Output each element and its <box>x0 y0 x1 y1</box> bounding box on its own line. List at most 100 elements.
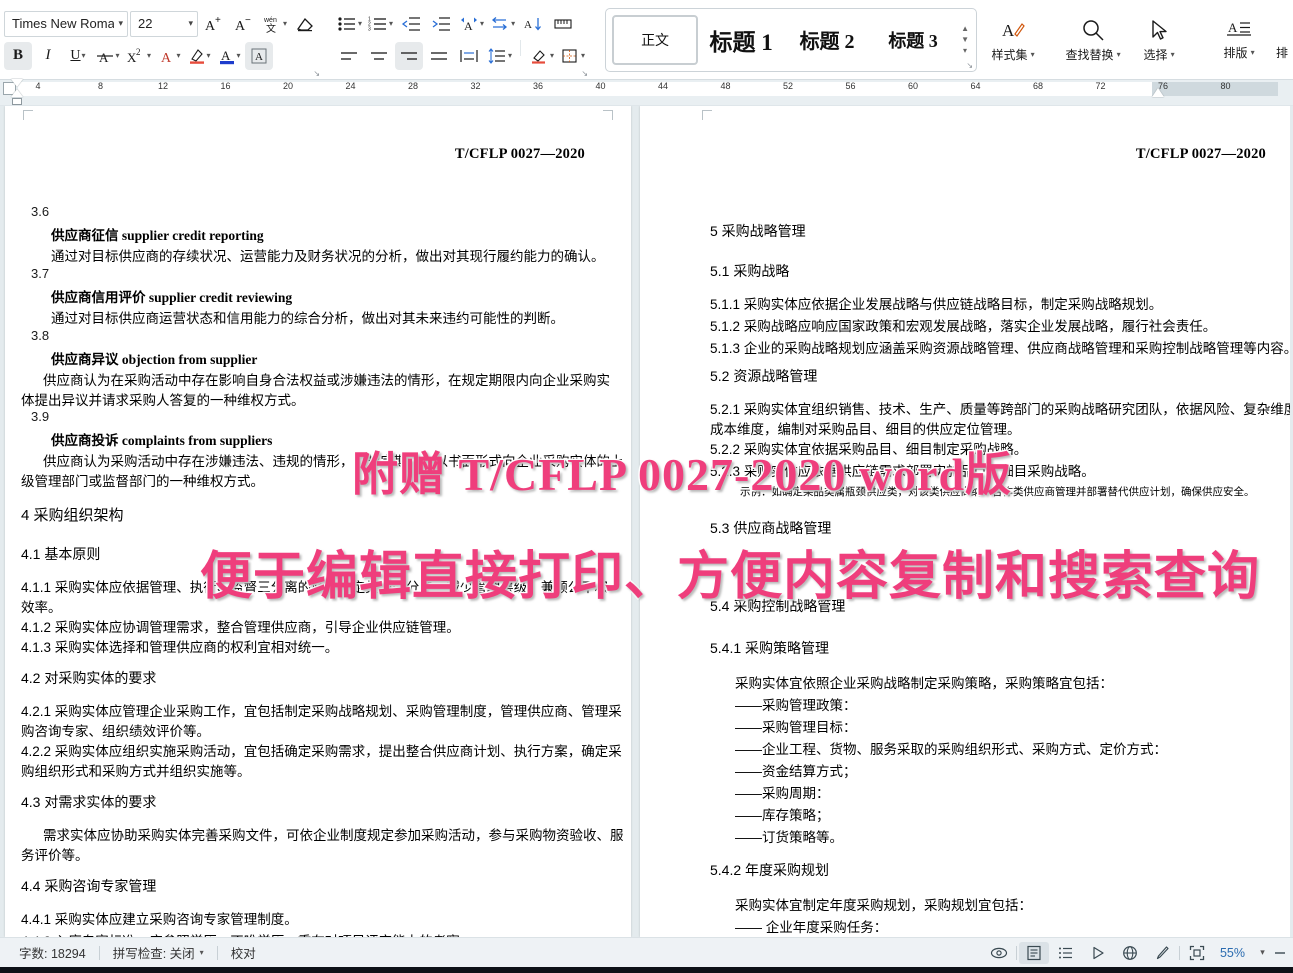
zoom-level[interactable]: 55% <box>1214 946 1251 960</box>
line-spacing-button[interactable]: ▾ <box>485 42 514 70</box>
shading-button[interactable]: ▾ <box>527 42 556 70</box>
document-page-right[interactable]: T/CFLP 0027—2020 5 采购战略管理5.1 采购战略5.1.1 采… <box>640 106 1290 937</box>
zoom-out-button[interactable] <box>1273 942 1287 964</box>
italic-button[interactable]: I <box>34 42 62 70</box>
chevron-down-icon: ▾ <box>200 948 204 957</box>
font-size-combo[interactable]: 22 ▾ <box>130 11 198 37</box>
chevron-down-icon: ▾ <box>82 51 86 60</box>
align-justify-button[interactable] <box>425 42 453 70</box>
right-indent-marker[interactable] <box>1152 88 1164 97</box>
document-line: 3.8 <box>31 328 49 343</box>
style-item-heading1[interactable]: 标题 1 <box>698 15 784 65</box>
text-direction-button[interactable]: ▾ <box>488 10 517 38</box>
document-line: 务评价等。 <box>21 844 89 864</box>
show-paragraph-marks-button[interactable] <box>549 10 577 38</box>
document-line: 4.1.2 采购实体应协调管理需求，整合管理供应商，引导企业供应链管理。 <box>21 616 460 636</box>
document-line: 示例：如确定某品类属瓶颈供应类，对该类供应商纳入合作类供应商管理并部署替代供应计… <box>740 484 1255 499</box>
document-line: 3.9 <box>31 409 49 424</box>
document-line: 5.4.2 年度采购规划 <box>710 860 829 880</box>
svg-text:A: A <box>1002 21 1015 40</box>
outline-view-button[interactable] <box>1051 942 1081 964</box>
clear-formatting-button[interactable] <box>291 10 319 38</box>
styles-dialog-launcher[interactable]: ↘ <box>966 61 973 70</box>
hanging-indent-marker[interactable] <box>11 89 23 97</box>
pinyin-guide-button[interactable]: wén文 ▾ <box>260 10 289 38</box>
fullscreen-button[interactable] <box>1182 942 1212 964</box>
superscript-button[interactable]: X2 ▾ <box>124 42 153 70</box>
scroll-down-icon[interactable]: ▼ <box>961 37 969 43</box>
ruler-text-area <box>18 82 1152 96</box>
font-color-button[interactable]: A ▾ <box>215 42 243 70</box>
style-set-label: 样式集 <box>992 46 1028 63</box>
chevron-down-icon: ▾ <box>1031 50 1035 59</box>
align-center-button[interactable] <box>365 42 393 70</box>
divider <box>1179 946 1180 960</box>
chevron-down-icon: ▾ <box>581 51 585 60</box>
character-border-button[interactable]: A <box>245 42 273 70</box>
highlight-color-button[interactable]: ▾ <box>185 42 213 70</box>
select-button[interactable]: 选择▾ <box>1127 9 1191 71</box>
document-line: ——资金结算方式； <box>735 760 857 780</box>
paragraph-row-1: ▾ 123 ▾ A ▾ ▾ <box>335 8 587 40</box>
character-scaling-button[interactable]: A ▾ <box>457 10 486 38</box>
proofread-button[interactable]: 校对 <box>218 943 269 962</box>
web-layout-button[interactable] <box>1115 942 1145 964</box>
style-item-normal[interactable]: 正文 <box>612 15 698 65</box>
shrink-font-button[interactable]: A− <box>230 10 258 38</box>
document-page-left[interactable]: T/CFLP 0027—2020 3.6供应商征信 supplier credi… <box>5 106 631 937</box>
font-name-value: Times New Roma <box>12 16 114 31</box>
distribute-text-button[interactable] <box>455 42 483 70</box>
left-indent-marker[interactable] <box>12 98 22 105</box>
document-line: 5.4 采购控制战略管理 <box>710 596 845 616</box>
typeset-button[interactable]: A 排版▾ <box>1207 9 1271 71</box>
print-layout-button[interactable] <box>1019 942 1049 964</box>
font-row-2: B I U▾ A ▾ X2 ▾ A ▾ ▾ <box>4 40 319 72</box>
underline-button[interactable]: U▾ <box>64 42 92 70</box>
eye-icon <box>990 945 1008 961</box>
svg-text:−: − <box>245 15 251 26</box>
numbered-list-button[interactable]: 123 ▾ <box>366 10 395 38</box>
font-name-combo[interactable]: Times New Roma ▾ <box>4 11 128 37</box>
borders-button[interactable]: ▾ <box>558 42 587 70</box>
chevron-down-icon: ▾ <box>188 18 193 29</box>
grow-font-button[interactable]: A+ <box>200 10 228 38</box>
ribbon-group-editing: 查找替换▾ 选择▾ <box>1057 0 1195 79</box>
bullet-list-button[interactable]: ▾ <box>335 10 364 38</box>
text-effects-button[interactable]: A ▾ <box>155 42 183 70</box>
document-line: 4 采购组织架构 <box>21 504 124 525</box>
document-line: 购咨询专家、组织绩效评价等。 <box>21 720 210 740</box>
document-line: 5.1 采购战略 <box>710 261 789 281</box>
zoom-dropdown-button[interactable]: ▾ <box>1253 942 1271 964</box>
decrease-indent-button[interactable] <box>397 10 425 38</box>
align-left-button[interactable] <box>335 42 363 70</box>
strikethrough-button[interactable]: A ▾ <box>94 42 122 70</box>
chevron-down-icon: ▾ <box>237 51 241 60</box>
document-line: 供应商投诉 complaints from suppliers <box>51 429 272 449</box>
style-item-heading3[interactable]: 标题 3 <box>870 15 956 65</box>
document-canvas[interactable]: T/CFLP 0027—2020 3.6供应商征信 supplier credi… <box>0 106 1293 937</box>
document-line: 4.4.1 采购实体应建立采购咨询专家管理制度。 <box>21 908 298 928</box>
document-line: 4.2.1 采购实体应管理企业采购工作，宜包括制定采购战略规划、采购管理制度，管… <box>21 700 622 720</box>
increase-indent-button[interactable] <box>427 10 455 38</box>
read-mode-button[interactable] <box>984 942 1014 964</box>
bold-button[interactable]: B <box>4 42 32 70</box>
expand-gallery-icon[interactable]: ▾ <box>963 48 967 54</box>
typeset-overflow-button[interactable]: 排 <box>1273 9 1291 71</box>
ruler-track[interactable]: 48121620242832364044485256606468727680 <box>18 80 1278 98</box>
word-count[interactable]: 字数: 18294 <box>6 943 99 962</box>
scroll-up-icon[interactable]: ▲ <box>961 26 969 32</box>
find-replace-button[interactable]: 查找替换▾ <box>1061 9 1125 71</box>
sort-button[interactable]: A <box>519 10 547 38</box>
style-item-heading2[interactable]: 标题 2 <box>784 15 870 65</box>
document-line: 供应商征信 supplier credit reporting <box>51 224 264 244</box>
brush-icon <box>1154 945 1170 961</box>
align-right-button[interactable] <box>395 42 423 70</box>
font-dialog-launcher[interactable]: ↘ <box>313 69 320 78</box>
play-presentation-button[interactable] <box>1083 942 1113 964</box>
first-line-indent-marker[interactable] <box>11 79 23 87</box>
spell-check-status[interactable]: 拼写检查: 关闭 ▾ <box>100 943 217 962</box>
paragraph-dialog-launcher[interactable]: ↘ <box>581 69 588 78</box>
horizontal-ruler[interactable]: 48121620242832364044485256606468727680 <box>0 80 1293 106</box>
brush-tool-button[interactable] <box>1147 942 1177 964</box>
style-set-button[interactable]: A 样式集▾ <box>981 9 1045 71</box>
